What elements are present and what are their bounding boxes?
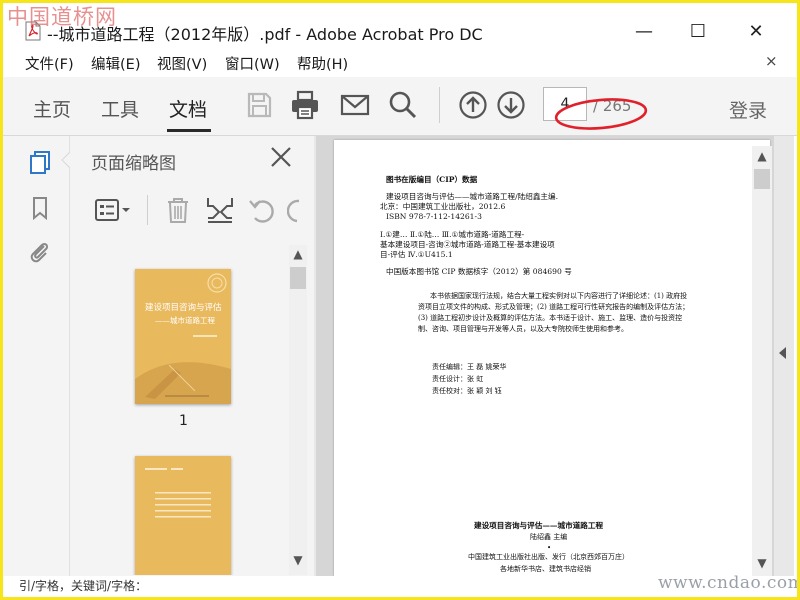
tab-home[interactable]: 主页 <box>33 95 71 122</box>
thumbnail-label: 1 <box>179 413 188 429</box>
extract-pages-icon[interactable] <box>205 195 235 225</box>
app-window: --城市道路工程（2012年版）.pdf - Adobe Acrobat Pro… <box>0 0 800 600</box>
menu-edit[interactable]: 编辑(E) <box>91 53 140 74</box>
document-scrollbar[interactable] <box>752 146 772 576</box>
thumbnail-scrollbar-thumb[interactable] <box>290 267 306 289</box>
panel-tool-separator <box>147 195 148 225</box>
publisher-line: 中国建筑工业出版社出版、发行（北京西郊百万庄） <box>468 553 629 561</box>
thumbnail-page-2[interactable] <box>135 456 231 575</box>
page-thumbnails-icon[interactable] <box>27 149 53 175</box>
page-2-art <box>135 456 231 575</box>
doc-scroll-down-arrow[interactable]: ▼ <box>754 556 770 570</box>
menu-file[interactable]: 文件(F) <box>25 53 74 74</box>
print-icon[interactable] <box>289 89 321 121</box>
cip-number: 中国版本图书馆 CIP 数据核字（2012）第 084690 号 <box>386 267 572 276</box>
distributor-line: 各地新华书店、建筑书店经销 <box>500 565 591 573</box>
thumbnail-cover-author-line <box>193 335 217 337</box>
watermark-bottom-right: www.cndao.com <box>658 573 800 593</box>
active-tab-indicator <box>167 129 211 132</box>
cip-line: ISBN 978-7-112-14261-3 <box>386 212 482 221</box>
menu-help[interactable]: 帮助(H) <box>297 53 348 74</box>
cip-heading: 图书在版编目（CIP）数据 <box>386 175 478 184</box>
thumbnail-cover-subtitle: ——城市道路工程 <box>155 316 215 325</box>
credit-line: 责任编辑：王 磊 姚荣华 <box>432 363 507 371</box>
scroll-up-arrow[interactable]: ▲ <box>290 247 306 261</box>
panel-title: 页面缩略图 <box>91 154 176 174</box>
delete-page-icon[interactable] <box>163 195 193 225</box>
red-highlight-ellipse <box>554 98 648 130</box>
thumbnail-list: 建设项目咨询与评估 ——城市道路工程 1 <box>73 245 285 575</box>
toolbar-separator <box>439 87 440 123</box>
status-text: 引/字格，关键词/字格： <box>19 579 148 593</box>
credit-line: 责任校对：张 颖 刘 钰 <box>432 387 502 395</box>
expand-right-pane-arrow-icon[interactable] <box>777 346 787 360</box>
intro-line: 本书依据国家现行法规，结合大量工程实例对以下内容进行了详细论述：(1) 政府投 <box>430 292 688 300</box>
save-icon[interactable] <box>243 89 275 121</box>
thumbnail-cover-title: 建设项目咨询与评估 <box>145 303 222 313</box>
login-button[interactable]: 登录 <box>729 96 767 123</box>
document-close-button[interactable]: × <box>765 52 778 70</box>
intro-line: 资项目立项文件的构成、形式及管理；(2) 道路工程可行性研究报告的编制及评估方法… <box>418 303 690 311</box>
class-line: 目-评估 Ⅳ.①U415.1 <box>380 250 453 259</box>
rotate-right-icon[interactable] <box>287 195 303 225</box>
search-icon[interactable] <box>387 89 419 121</box>
doc-scroll-up-arrow[interactable]: ▲ <box>754 149 770 163</box>
menu-window[interactable]: 窗口(W) <box>225 53 280 74</box>
next-page-icon[interactable] <box>495 89 527 121</box>
book-author: 陆绍鑫 主编 <box>530 533 568 541</box>
thumbnail-page-1[interactable]: 建设项目咨询与评估 ——城市道路工程 <box>135 269 231 404</box>
tab-document[interactable]: 文档 <box>169 95 207 122</box>
rotate-left-icon[interactable] <box>247 195 277 225</box>
window-close-button[interactable]: ✕ <box>741 17 771 47</box>
maximize-button[interactable]: ☐ <box>683 17 713 47</box>
thumbnail-options-icon[interactable] <box>93 195 133 225</box>
tab-tools[interactable]: 工具 <box>101 95 139 122</box>
bookmarks-icon[interactable] <box>27 195 53 221</box>
email-icon[interactable] <box>339 89 371 121</box>
document-page: 图书在版编目（CIP）数据 建设项目咨询与评估——城市道路工程/陆绍鑫主编. 北… <box>334 140 770 576</box>
attachments-icon[interactable] <box>27 239 53 265</box>
intro-line: (3) 道路工程初步设计及概算的评估方法。本书适于设计、施工、监理、造价与投资控 <box>418 314 683 322</box>
minimize-button[interactable]: — <box>629 17 659 47</box>
close-panel-icon[interactable] <box>267 143 295 171</box>
bullet: • <box>547 544 552 552</box>
scroll-down-arrow[interactable]: ▼ <box>290 553 306 567</box>
menu-view[interactable]: 视图(V) <box>157 53 207 74</box>
thumbnail-scrollbar[interactable] <box>289 245 307 575</box>
previous-page-icon[interactable] <box>457 89 489 121</box>
credit-line: 责任设计：张 虹 <box>432 375 484 383</box>
book-title: 建设项目咨询与评估——城市道路工程 <box>474 521 604 530</box>
document-scrollbar-thumb[interactable] <box>754 169 770 189</box>
intro-line: 制、咨询、项目管理与开发等人员，以及大专院校师生使用和参考。 <box>418 325 628 333</box>
cip-line: 北京：中国建筑工业出版社，2012.6 <box>380 202 506 211</box>
watermark-top-left: 中国道桥网 <box>7 5 117 29</box>
